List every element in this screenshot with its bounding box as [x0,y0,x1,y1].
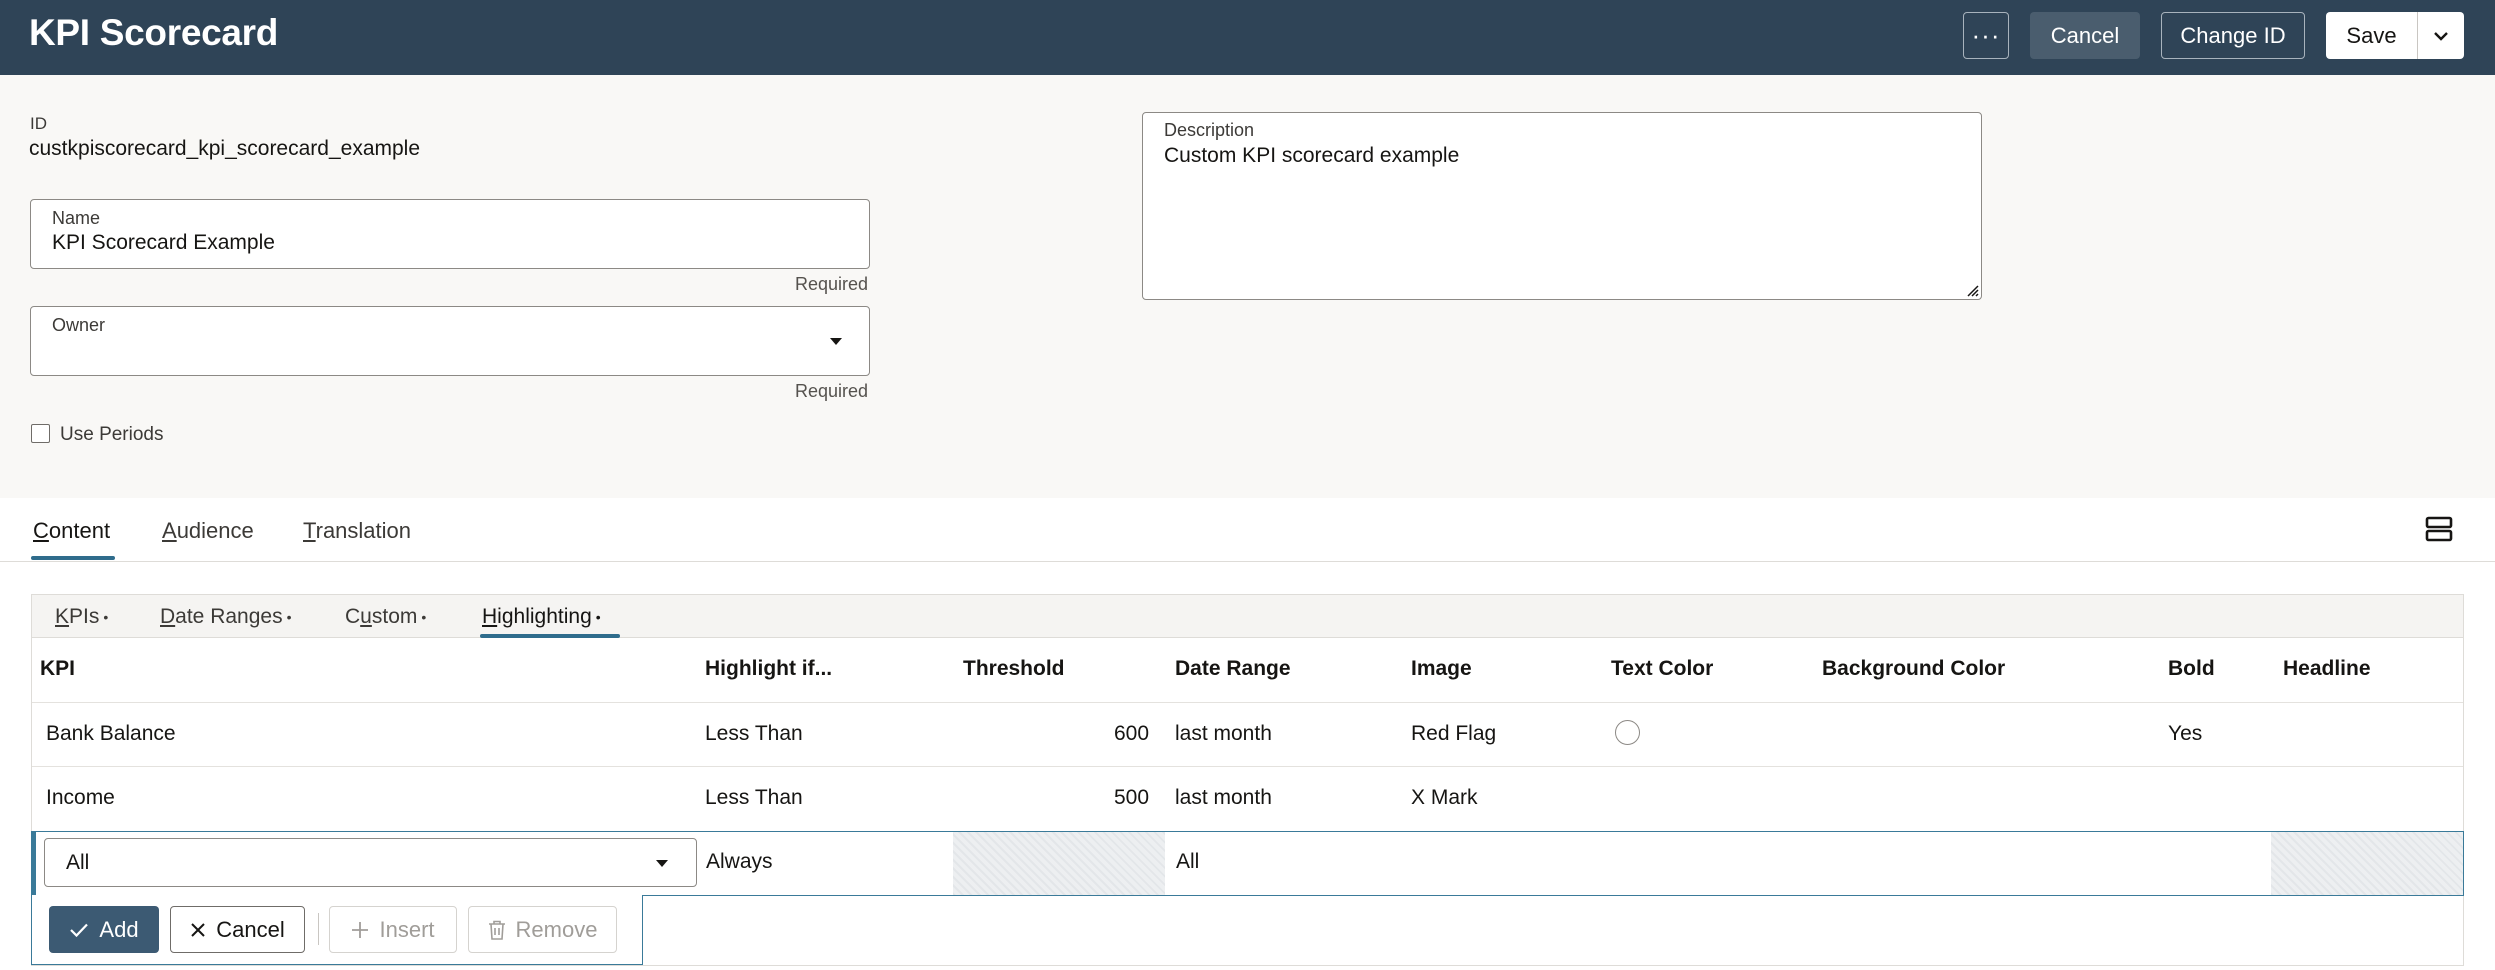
chevron-down-icon [2434,31,2448,41]
cancel-row-button[interactable]: Cancel [170,906,305,953]
cell-kpi[interactable]: Bank Balance [46,722,176,746]
column-header-background-color[interactable]: Background Color [1822,657,2005,681]
page-title: KPI Scorecard [29,12,279,53]
add-row-button[interactable]: Add [49,906,159,953]
description-label: Description [1164,120,1255,140]
resize-grip-icon[interactable] [1963,281,1979,297]
close-icon [191,922,205,937]
cell-image[interactable]: Red Flag [1411,722,1496,746]
name-field[interactable]: Name KPI Scorecard Example [30,199,870,269]
subtab-kpis[interactable]: KPIs • [55,605,108,629]
disabled-headline-cell [2271,832,2463,895]
tab-translation[interactable]: Translation [303,518,411,544]
insert-row-button[interactable]: Insert [329,906,457,953]
owner-label: Owner [52,315,106,335]
column-header-threshold[interactable]: Threshold [963,657,1065,681]
layout-toggle-icon[interactable] [2425,516,2453,542]
toolbar-separator [318,913,319,945]
edit-cell-date-range[interactable]: All [1176,850,1199,874]
edit-cell-highlight-if[interactable]: Always [706,850,773,874]
cell-threshold[interactable]: 500 [1114,786,1149,810]
active-tab-indicator [31,556,115,560]
owner-required-hint: Required [795,381,869,401]
more-actions-button[interactable]: ··· [1963,12,2009,59]
cancel-label: Cancel [216,916,285,942]
edit-row: All Always All [31,831,2464,896]
id-value: custkpiscorecard_kpi_scorecard_example [29,137,421,160]
checkmark-icon [70,923,89,937]
row-actions-toolbar: Add Cancel Insert Remove [31,895,643,965]
use-periods-checkbox[interactable] [31,424,50,443]
tab-audience[interactable]: Audience [162,518,254,544]
save-split-button: Save [2326,12,2464,59]
column-header-bold[interactable]: Bold [2168,657,2215,681]
active-subtab-indicator [480,634,620,638]
tab-content[interactable]: Content [33,518,110,544]
cancel-button[interactable]: Cancel [2030,12,2140,59]
column-header-text-color[interactable]: Text Color [1611,657,1713,681]
edit-row-indicator [32,832,36,895]
column-header-headline[interactable]: Headline [2283,657,2371,681]
owner-select[interactable]: Owner [30,306,870,376]
id-label: ID [30,114,47,133]
change-id-button[interactable]: Change ID [2161,12,2305,59]
column-header-date-range[interactable]: Date Range [1175,657,1291,681]
cell-kpi[interactable]: Income [46,786,115,810]
name-label: Name [52,208,101,228]
caret-down-icon[interactable] [829,337,843,346]
disabled-threshold-cell [953,832,1165,895]
cell-date-range[interactable]: last month [1175,786,1272,810]
sub-tabs: KPIs • Date Ranges • Custom • Highlighting • [32,595,2463,638]
subtab-highlighting[interactable]: Highlighting • [482,605,601,629]
column-header-image[interactable]: Image [1411,657,1472,681]
trash-icon [488,920,505,940]
caret-down-icon[interactable] [655,859,669,868]
row-divider [32,766,2463,767]
cell-bold[interactable]: Yes [2168,722,2202,746]
text-color-swatch[interactable] [1615,720,1640,745]
add-label: Add [99,916,139,942]
cell-highlight-if[interactable]: Less Than [705,786,803,810]
row-divider [32,702,2463,703]
column-header-highlight-if[interactable]: Highlight if... [705,657,832,681]
remove-label: Remove [515,916,598,942]
kpi-select-value: All [66,851,90,874]
save-options-button[interactable] [2418,12,2464,59]
save-button[interactable]: Save [2326,12,2418,59]
page-header: KPI Scorecard ··· Cancel Change ID Save [0,0,2495,75]
column-header-kpi[interactable]: KPI [40,657,75,681]
name-required-hint: Required [795,274,869,294]
plus-icon [352,921,369,938]
highlighting-panel: KPIs • Date Ranges • Custom • Highlighting •… [31,594,2464,966]
cell-image[interactable]: X Mark [1411,786,1478,810]
subtab-date-ranges[interactable]: Date Ranges • [160,605,292,629]
description-value[interactable]: Custom KPI scorecard example [1164,144,1459,168]
remove-row-button[interactable]: Remove [468,906,617,953]
cell-highlight-if[interactable]: Less Than [705,722,803,746]
subtab-custom[interactable]: Custom • [345,605,426,629]
main-tabs: Content Audience Translation [0,498,2495,562]
kpi-select[interactable]: All [44,838,697,887]
use-periods-label[interactable]: Use Periods [60,424,164,446]
cell-threshold[interactable]: 600 [1114,722,1149,746]
insert-label: Insert [379,916,435,942]
name-value[interactable]: KPI Scorecard Example [52,231,275,255]
description-field[interactable]: Description Custom KPI scorecard example [1142,112,1982,300]
cell-date-range[interactable]: last month [1175,722,1272,746]
